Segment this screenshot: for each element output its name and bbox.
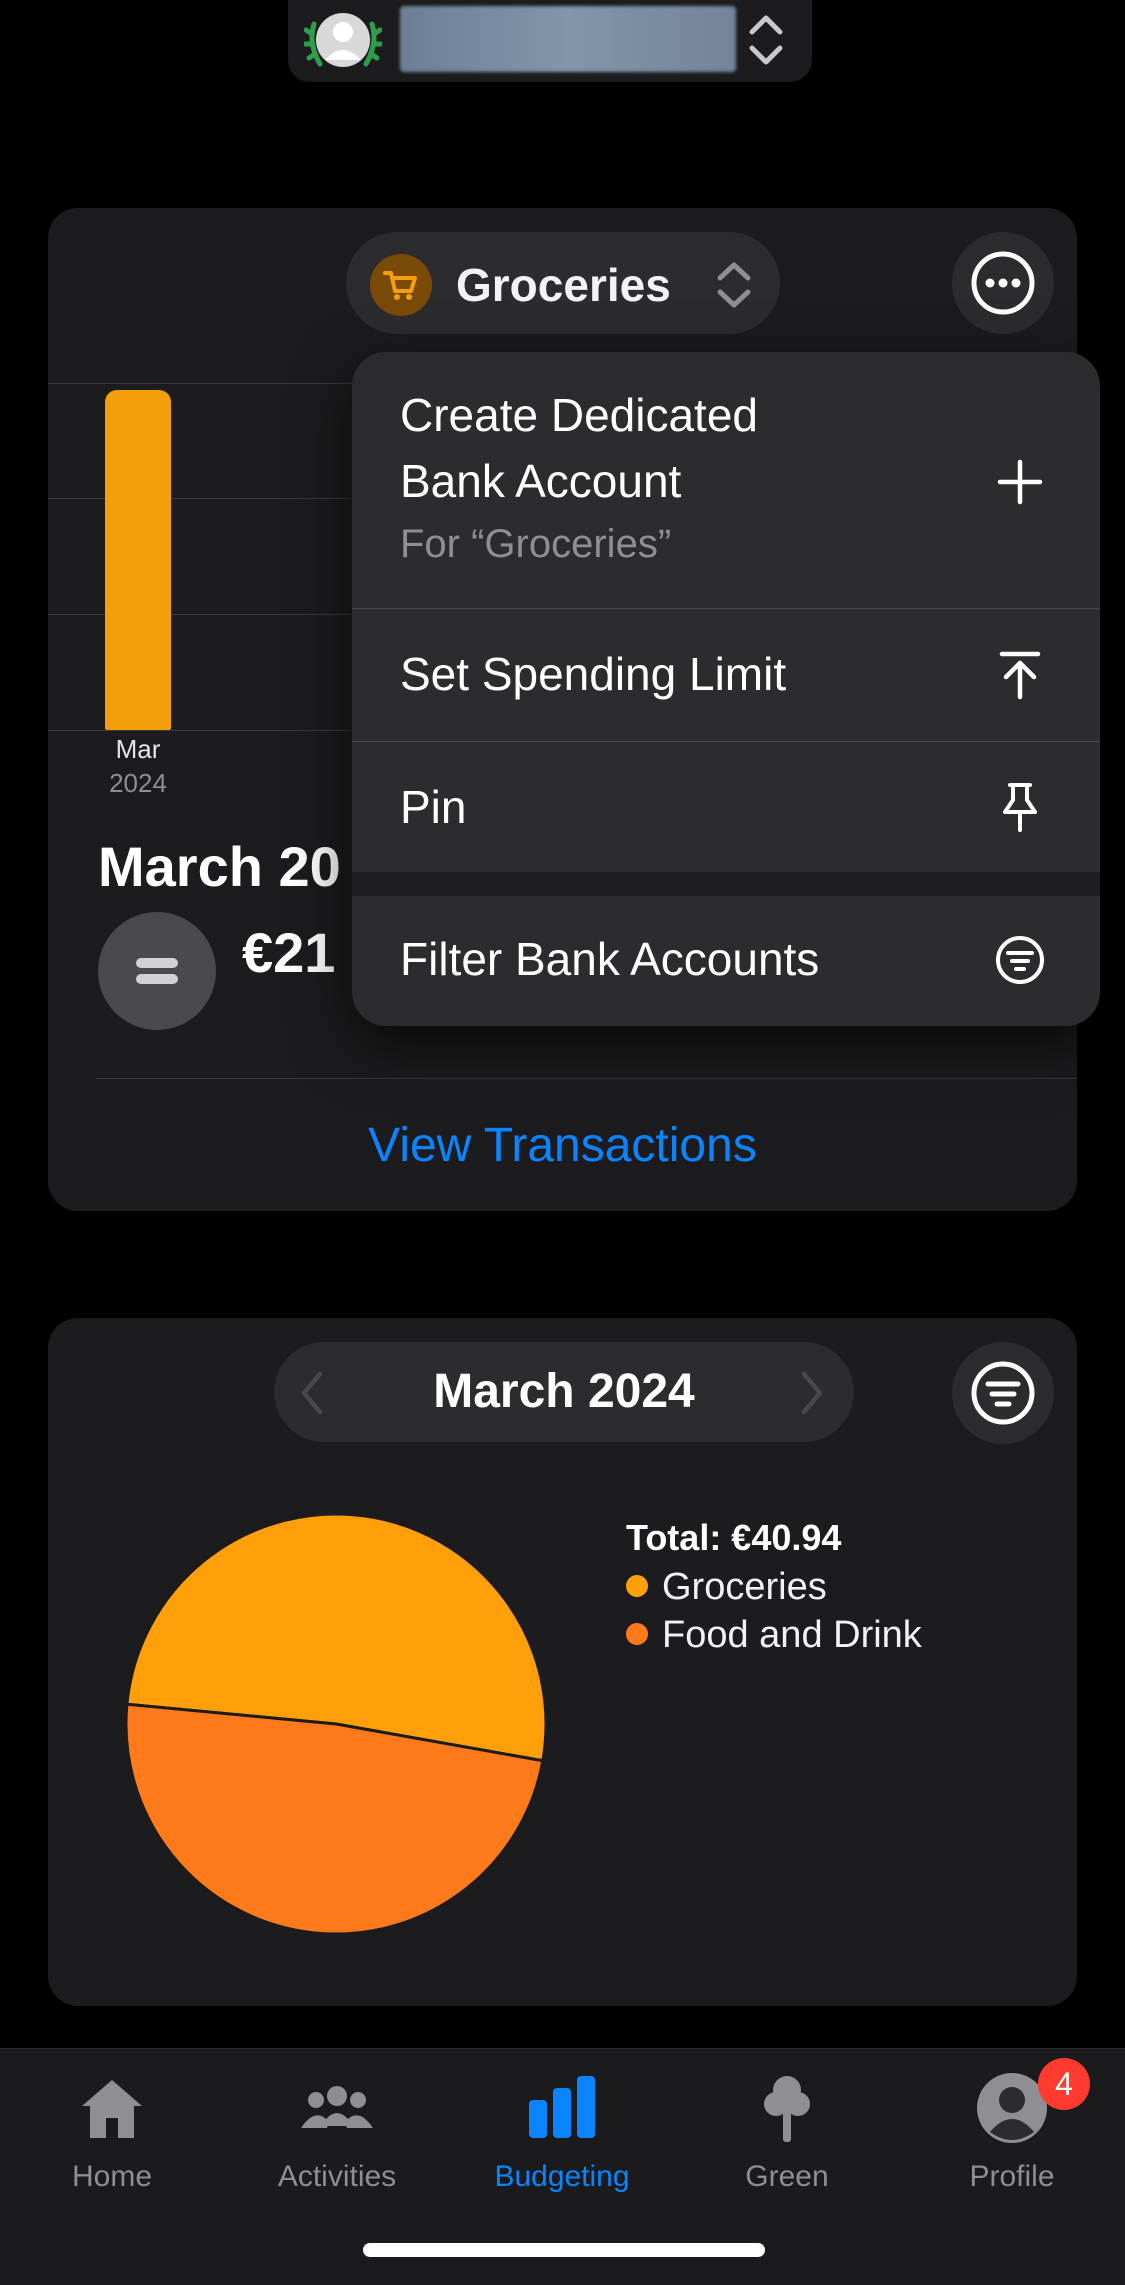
menu-item-pin[interactable]: Pin xyxy=(352,742,1100,872)
legend-dot xyxy=(626,1622,648,1645)
context-menu: Create Dedicated Bank Account For “Groce… xyxy=(352,352,1100,1026)
chart-gridline xyxy=(48,730,353,731)
legend-dot xyxy=(626,1574,648,1597)
menu-item-subtitle: For “Groceries” xyxy=(400,522,672,566)
chart-gridline xyxy=(48,498,353,499)
tab-budgeting[interactable]: Budgeting xyxy=(462,2070,662,2200)
tree-icon xyxy=(764,2076,810,2142)
bar-month-label: Mar xyxy=(115,734,161,764)
legend-total: Total: €40.94 xyxy=(626,1517,842,1558)
menu-item-label: Create Dedicated xyxy=(400,389,758,441)
menu-item-label: Set Spending Limit xyxy=(400,648,787,700)
filter-button[interactable] xyxy=(952,1342,1054,1444)
divider xyxy=(96,1078,1077,1079)
menu-item-label: Bank Account xyxy=(400,455,682,507)
tab-home[interactable]: Home xyxy=(12,2070,212,2200)
menu-item-set-spending-limit[interactable]: Set Spending Limit xyxy=(352,609,1100,741)
bar-chart-icon xyxy=(529,2076,595,2138)
pie-chart xyxy=(124,1512,548,1936)
more-options-button[interactable] xyxy=(952,232,1054,334)
tab-activities[interactable]: Activities xyxy=(237,2070,437,2200)
legend-label: Food and Drink xyxy=(662,1614,922,1656)
chevron-right-icon[interactable] xyxy=(796,1368,828,1418)
menu-item-label: Pin xyxy=(400,781,467,833)
menu-item-create-dedicated-bank-account[interactable]: Create Dedicated Bank Account For “Groce… xyxy=(352,352,1100,608)
tab-label: Activities xyxy=(277,2160,397,2193)
bar-year-label: 2024 xyxy=(109,768,167,798)
house-icon xyxy=(82,2080,142,2138)
home-indicator xyxy=(363,2243,765,2257)
filter-circle-icon xyxy=(971,1361,1035,1425)
equals-icon xyxy=(98,912,216,1030)
shopping-cart-icon xyxy=(370,254,432,316)
menu-item-filter-bank-accounts[interactable]: Filter Bank Accounts xyxy=(352,896,1100,1026)
chevron-up-down-icon xyxy=(717,262,751,308)
user-avatar-laurel-icon xyxy=(304,13,382,67)
people-icon xyxy=(301,2086,373,2128)
tab-label: Budgeting xyxy=(494,2160,630,2193)
legend-item-food-and-drink: Food and Drink xyxy=(626,1610,922,1660)
category-label: Groceries xyxy=(456,259,671,311)
budget-amount: €21 xyxy=(242,921,336,984)
tab-green[interactable]: Green xyxy=(687,2070,887,2200)
pin-icon xyxy=(1003,783,1037,832)
tab-label: Profile xyxy=(969,2160,1055,2193)
plus-icon xyxy=(997,459,1043,505)
filter-circle-icon xyxy=(996,936,1044,984)
menu-item-label: Filter Bank Accounts xyxy=(400,933,820,985)
spending-bar-mar[interactable] xyxy=(105,390,171,730)
account-name-redacted xyxy=(400,6,736,72)
legend-label: Groceries xyxy=(662,1566,827,1608)
arrow-up-to-line-icon xyxy=(999,651,1041,700)
chart-gridline xyxy=(48,383,353,384)
chart-gridline xyxy=(48,614,353,615)
account-switcher[interactable] xyxy=(288,0,812,82)
period-title: March 20 xyxy=(98,835,341,898)
chevron-up-down-icon[interactable] xyxy=(744,10,788,70)
legend-item-groceries: Groceries xyxy=(626,1562,827,1612)
ellipsis-circle-icon xyxy=(971,251,1035,315)
menu-section-gap xyxy=(352,872,1100,896)
view-transactions-link[interactable]: View Transactions xyxy=(48,1114,1077,1178)
tab-label: Home xyxy=(71,2160,153,2193)
notification-badge: 4 xyxy=(1038,2058,1090,2110)
tab-label: Green xyxy=(745,2160,829,2193)
month-label: March 2024 xyxy=(433,1365,695,1418)
